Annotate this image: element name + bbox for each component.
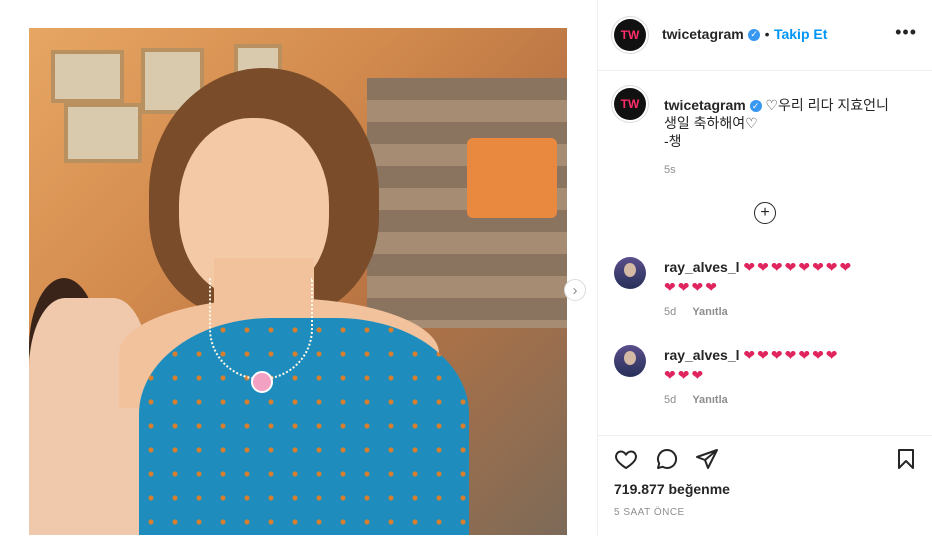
flower-pendant: [251, 371, 273, 393]
commenter-avatar[interactable]: [614, 345, 646, 377]
next-image-button[interactable]: ›: [564, 279, 586, 301]
commenter-username[interactable]: ray_alves_l: [664, 347, 740, 363]
separator-dot: •: [764, 26, 770, 42]
comment-text: ray_alves_l ❤❤❤❤❤❤❤ ❤❤❤: [664, 345, 904, 385]
comment-text: ray_alves_l ❤❤❤❤❤❤❤❤ ❤❤❤❤: [664, 257, 904, 297]
more-options-icon[interactable]: •••: [895, 22, 917, 43]
caption-line-1: ♡우리 리다 지효언니: [765, 97, 889, 113]
avatar-logo: TW: [620, 28, 640, 42]
caption-line-2: 생일 축하해여♡: [664, 115, 758, 131]
caption-line-3: -챙: [664, 133, 682, 149]
reply-button[interactable]: Yanıtla: [692, 306, 727, 318]
comment-hearts-continued: ❤❤❤: [664, 367, 706, 383]
plus-icon: +: [760, 204, 770, 221]
caption-text: twicetagram ✓ ♡우리 리다 지효언니 생일 축하해여♡ -챙: [664, 96, 914, 150]
likes-count[interactable]: 719.877 beğenme: [614, 481, 730, 497]
comment-hearts: ❤❤❤❤❤❤❤: [743, 347, 840, 363]
wall-frame-1: [51, 50, 124, 103]
avatar-logo: TW: [620, 97, 640, 111]
header-user-line: twicetagram ✓ • Takip Et: [662, 26, 827, 44]
share-icon[interactable]: [695, 447, 719, 471]
caption-avatar[interactable]: TW: [614, 88, 646, 120]
header-username[interactable]: twicetagram: [662, 26, 744, 42]
caption-timestamp[interactable]: 5s: [664, 164, 676, 176]
comment-meta: 5d Yanıtla: [664, 394, 741, 406]
bookmark-icon[interactable]: [894, 447, 918, 471]
commenter-avatar[interactable]: [614, 257, 646, 289]
verified-icon: ✓: [748, 28, 761, 41]
load-more-comments-button[interactable]: +: [754, 202, 776, 224]
post-photo[interactable]: [29, 28, 567, 535]
caption-username[interactable]: twicetagram: [664, 97, 746, 113]
comment-icon[interactable]: [655, 447, 679, 471]
comment-timestamp[interactable]: 5d: [664, 306, 676, 318]
post-actions: 719.877 beğenme 5 SAAT ÖNCE: [598, 435, 932, 536]
post-header: TW twicetagram ✓ • Takip Et •••: [598, 0, 932, 71]
comment-timestamp[interactable]: 5d: [664, 394, 676, 406]
wall-frame-2: [64, 103, 142, 163]
follow-button[interactable]: Takip Et: [774, 26, 827, 42]
comment-hearts-continued: ❤❤❤❤: [664, 279, 719, 295]
post-timestamp[interactable]: 5 SAAT ÖNCE: [614, 507, 685, 518]
necklace: [209, 278, 313, 380]
orange-chair: [467, 138, 557, 218]
commenter-username[interactable]: ray_alves_l: [664, 259, 740, 275]
post-sidebar: TW twicetagram ✓ • Takip Et ••• TW twice…: [597, 0, 932, 535]
chevron-right-icon: ›: [572, 281, 578, 299]
verified-icon: ✓: [749, 100, 762, 113]
like-icon[interactable]: [614, 447, 638, 471]
reply-button[interactable]: Yanıtla: [692, 394, 727, 406]
profile-avatar[interactable]: TW: [614, 19, 646, 51]
comment-meta: 5d Yanıtla: [664, 306, 741, 318]
comment-hearts: ❤❤❤❤❤❤❤❤: [743, 259, 854, 275]
